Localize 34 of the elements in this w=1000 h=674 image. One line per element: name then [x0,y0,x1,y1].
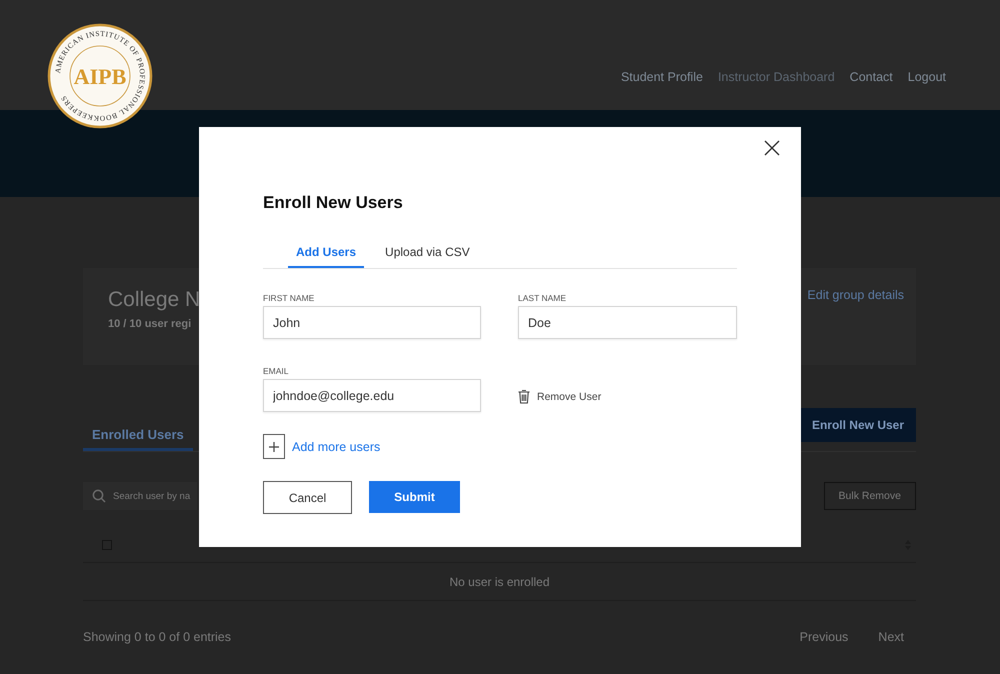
search-icon [92,489,106,503]
text-field[interactable]: John [263,306,481,339]
trash-icon [518,389,530,404]
group-title: College N [108,288,200,312]
cancel-button[interactable]: Cancel [263,481,352,514]
tab[interactable]: Upload via CSV [377,238,478,268]
tab[interactable]: Enrolled Users [83,419,193,451]
nav-link[interactable]: Contact [850,70,893,84]
submit-button[interactable]: Submit [369,481,460,513]
edit-link[interactable]: Edit group details [807,288,904,365]
pagination-link[interactable]: Previous [800,630,848,644]
nav-link[interactable]: Student Profile [620,70,703,84]
group-subtitle: 10 / 10 user regi [108,318,192,330]
field-label: LAST NAME [518,293,568,303]
field-label: FIRST NAME [263,293,316,303]
entries-info: Showing 0 to 0 of 0 entries [83,630,232,644]
field-label: EMAIL [263,366,290,376]
empty-message: No user is enrolled [449,574,550,588]
close-button[interactable] [764,140,780,156]
enroll-button[interactable]: Enroll New User [800,408,916,442]
nav-link[interactable]: Instructor Dashboard [718,70,835,84]
pagination-link[interactable]: Next [878,630,904,644]
tab[interactable]: Add Users [288,238,364,268]
search-field[interactable]: Search user by na [83,482,197,510]
nav-link[interactable]: Logout [908,70,946,84]
add-button[interactable] [263,434,285,459]
bulk-remove-button[interactable]: Bulk Remove [824,482,916,510]
text-field[interactable]: johndoe@college.edu [263,379,481,412]
add-more-link[interactable]: Add more users [292,440,380,454]
text-field[interactable]: Doe [518,306,737,339]
remove-user-button[interactable]: Remove User [518,389,602,404]
close-icon [764,140,780,156]
plus-icon [269,442,279,452]
modal-title: Enroll New Users [263,193,404,213]
